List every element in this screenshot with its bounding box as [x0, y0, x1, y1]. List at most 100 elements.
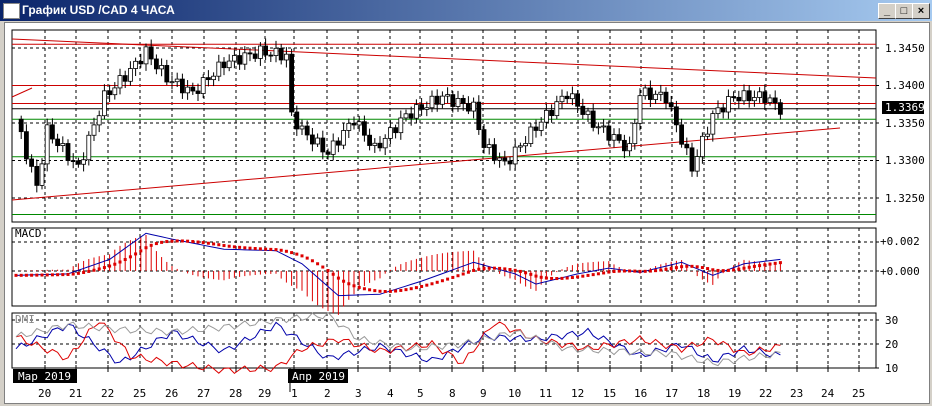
candle-body [585, 110, 591, 115]
macd-signal-dot [113, 262, 117, 266]
candle-body [242, 52, 248, 65]
macd-signal-dot [732, 268, 736, 272]
day-label: 4 [387, 387, 394, 400]
candle-body [497, 157, 503, 161]
candle-body [133, 60, 139, 69]
macd-signal-dot [425, 283, 429, 287]
macd-signal-dot [305, 256, 309, 260]
candle-body [450, 94, 456, 107]
candle-body [361, 121, 367, 136]
macd-signal-dot [388, 289, 392, 293]
candle-body [55, 138, 60, 147]
candle-body [616, 134, 622, 141]
macd-signal-dot [186, 239, 190, 243]
macd-signal-dot [342, 279, 346, 283]
current-price-label: 1.3369 [885, 101, 925, 114]
candle-body [278, 47, 284, 61]
day-label: 24 [821, 387, 835, 400]
macd-signal-dot [508, 268, 512, 272]
macd-signal-dot [284, 249, 288, 253]
day-label: 5 [417, 387, 424, 400]
day-label: 8 [449, 387, 456, 400]
candle-body [398, 117, 404, 134]
day-label: 28 [229, 387, 242, 400]
macd-signal-dot [674, 266, 678, 270]
macd-signal-dot [430, 282, 434, 286]
macd-signal-dot [399, 288, 403, 292]
candle-body [726, 96, 731, 113]
macd-signal-dot [321, 265, 325, 269]
macd-signal-dot [477, 267, 481, 271]
candle-body [653, 93, 658, 100]
macd-signal-dot [290, 251, 294, 255]
price-chart[interactable]: 1.3450 1.3400 1.3350 1.3300 1.3250 1.336… [0, 0, 932, 406]
macd-signal-dot [669, 267, 673, 271]
macd-signal-dot [737, 267, 741, 271]
macd-signal-dot [102, 266, 106, 270]
candle-body [746, 90, 752, 102]
macd-signal-dot [212, 242, 216, 246]
candle-body [658, 91, 664, 95]
macd-signal-dot [180, 239, 184, 243]
macd-signal-dot [316, 262, 320, 266]
candle-body [778, 102, 783, 115]
candle-body [481, 129, 487, 148]
macd-signal-dot [487, 266, 491, 270]
candle-body [200, 77, 206, 94]
candle-body [455, 98, 461, 107]
macd-signal-dot [654, 269, 658, 273]
macd-signal-dot [612, 269, 616, 273]
macd-signal-dot [747, 265, 751, 269]
candle-body [372, 142, 378, 146]
macd-signal-dot [191, 240, 195, 244]
candle-body [439, 95, 445, 105]
macd-signal-dot [498, 266, 502, 270]
macd-signal-dot [19, 273, 23, 277]
dmi-minus-line [15, 321, 781, 375]
day-label: 19 [728, 387, 741, 400]
macd-signal-dot [368, 288, 372, 292]
macd-signal-dot [258, 247, 262, 251]
candle-body [44, 124, 50, 165]
macd-signal-dot [581, 274, 585, 278]
candle-body [752, 97, 757, 102]
candle-body [710, 113, 716, 135]
candle-body [512, 146, 518, 165]
candle-body [325, 151, 331, 155]
candle-body [268, 54, 274, 57]
macd-signal-dot [76, 271, 80, 275]
candle-body [694, 156, 700, 172]
macd-signal-dot [71, 272, 75, 276]
candle-body [648, 87, 653, 100]
candle-body [772, 97, 778, 104]
day-label: 20 [38, 387, 51, 400]
candle-body [429, 95, 435, 109]
candle-body [611, 134, 617, 141]
macd-signal-dot [201, 241, 205, 245]
macd-signal-dot [409, 287, 413, 291]
candle-body [393, 127, 399, 134]
macd-signal-dot [326, 269, 330, 273]
dmi-label: 20 [885, 338, 898, 351]
candle-body [642, 87, 648, 97]
macd-signal-dot [248, 246, 252, 250]
candle-body [356, 121, 362, 126]
candle-body [570, 93, 575, 100]
candle-body [465, 103, 471, 112]
day-label: 3 [355, 387, 362, 400]
macd-signal-dot [61, 273, 65, 277]
macd-signal-dot [602, 271, 606, 275]
candle-body [413, 104, 419, 119]
dmi-label: 10 [885, 362, 898, 375]
candle-body [424, 107, 430, 110]
macd-signal-dot [30, 273, 34, 277]
macd-signal-dot [503, 267, 507, 271]
macd-signal-dot [404, 288, 408, 292]
candle-body [533, 126, 539, 131]
macd-signal-dot [97, 267, 101, 271]
macd-signal-dot [607, 270, 611, 274]
macd-signal-dot [576, 275, 580, 279]
month-label: Мар 2019 [18, 370, 71, 383]
macd-signal-dot [253, 247, 257, 251]
macd-signal-dot [596, 272, 600, 276]
